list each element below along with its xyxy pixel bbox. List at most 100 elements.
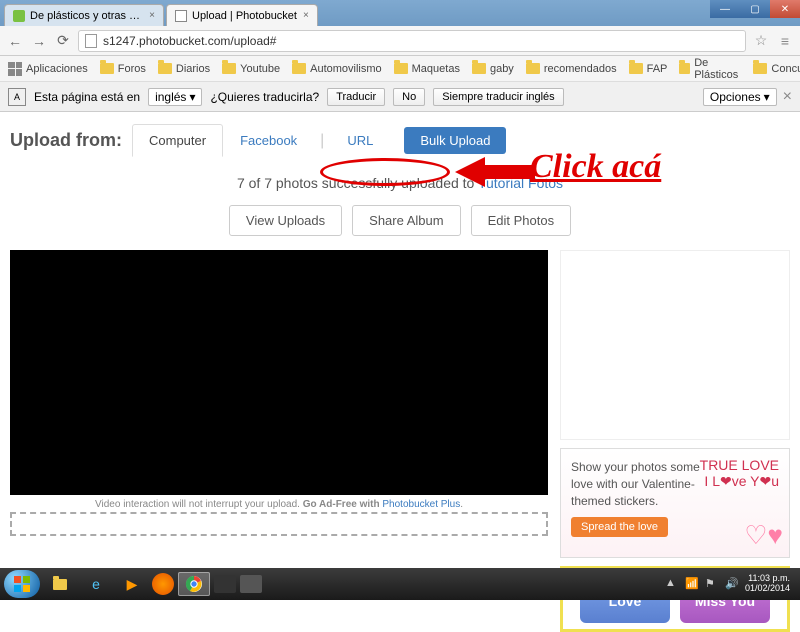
tab-inactive[interactable]: De plásticos y otras yerbas × (4, 4, 164, 26)
back-button[interactable]: ← (6, 32, 24, 50)
tab-facebook[interactable]: Facebook (223, 124, 314, 157)
translate-button[interactable]: Traducir (327, 88, 385, 106)
view-uploads-button[interactable]: View Uploads (229, 205, 342, 236)
favicon-icon (13, 10, 25, 22)
translate-question: ¿Quieres traducirla? (210, 90, 319, 104)
folder-icon (526, 63, 540, 74)
bookmark-folder[interactable]: Concursos (753, 63, 800, 75)
bookmark-label: Diarios (176, 63, 210, 75)
bookmarks-bar: Aplicaciones Foros Diarios Youtube Autom… (0, 56, 800, 82)
bulk-upload-button[interactable]: Bulk Upload (404, 127, 506, 154)
chevron-down-icon: ▾ (764, 90, 770, 104)
tab-close-icon[interactable]: × (149, 10, 155, 21)
bookmark-label: Foros (118, 63, 146, 75)
clock-date: 01/02/2014 (745, 584, 790, 594)
taskbar-chrome-icon[interactable] (178, 572, 210, 596)
forward-button[interactable]: → (30, 32, 48, 50)
url-input[interactable]: s1247.photobucket.com/upload# (78, 30, 746, 52)
bookmark-folder[interactable]: Foros (100, 63, 146, 75)
edit-photos-button[interactable]: Edit Photos (471, 205, 572, 236)
apps-button[interactable]: Aplicaciones (8, 62, 88, 76)
folder-icon (629, 63, 643, 74)
translate-label: Esta página está en (34, 90, 140, 104)
bookmark-folder[interactable]: Youtube (222, 63, 280, 75)
window-close-button[interactable]: ✕ (770, 0, 800, 18)
translate-icon: A (8, 88, 26, 106)
success-text: 7 of 7 photos successfully uploaded to (237, 175, 478, 191)
start-button[interactable] (4, 570, 40, 598)
folder-icon (753, 63, 767, 74)
folder-icon (292, 63, 306, 74)
system-tray: ▲ 📶 ⚑ 🔊 11:03 p.m. 01/02/2014 (665, 574, 796, 594)
favicon-icon (175, 10, 187, 22)
page-icon (85, 34, 97, 48)
upload-dropzone[interactable] (10, 512, 548, 536)
taskbar-wmp-icon[interactable]: ▶ (116, 572, 148, 596)
lang-text: inglés (155, 90, 186, 104)
taskbar-firefox-icon[interactable] (152, 573, 174, 595)
chrome-menu-icon[interactable]: ≡ (776, 32, 794, 50)
options-text: Opciones (710, 90, 761, 104)
folder-icon (394, 63, 408, 74)
url-text: s1247.photobucket.com/upload# (103, 34, 276, 48)
translate-always-button[interactable]: Siempre traducir inglés (433, 88, 564, 106)
translate-close-icon[interactable]: × (783, 88, 792, 106)
spread-love-button[interactable]: Spread the love (571, 517, 668, 537)
chevron-down-icon: ▾ (189, 90, 195, 104)
bookmark-folder[interactable]: De Plásticos (679, 57, 741, 81)
video-caption: Video interaction will not interrupt you… (10, 499, 548, 510)
bookmark-label: gaby (490, 63, 514, 75)
maximize-button[interactable]: ▢ (740, 0, 770, 18)
tray-network-icon[interactable]: 📶 (685, 577, 699, 591)
translate-no-button[interactable]: No (393, 88, 425, 106)
minimize-button[interactable]: — (710, 0, 740, 18)
photobucket-plus-link[interactable]: Photobucket Plus (382, 499, 460, 510)
folder-icon (158, 63, 172, 74)
tray-flag-icon[interactable]: ⚑ (705, 577, 719, 591)
bookmark-folder[interactable]: Automovilismo (292, 63, 382, 75)
taskbar-app-icon[interactable] (214, 575, 236, 593)
tab-computer[interactable]: Computer (132, 124, 223, 157)
windows-logo-icon (12, 574, 32, 594)
tab-close-icon[interactable]: × (303, 10, 309, 21)
windows-taskbar: e ▶ ▲ 📶 ⚑ 🔊 11:03 p.m. 01/02/2014 (0, 568, 800, 600)
folder-icon (679, 63, 690, 74)
bookmark-label: recomendados (544, 63, 617, 75)
hearts-icon: ♡♥ (744, 520, 783, 551)
taskbar-clock[interactable]: 11:03 p.m. 01/02/2014 (745, 574, 790, 594)
script-line: TRUE LOVE (700, 457, 779, 473)
apps-grid-icon (8, 62, 22, 76)
ad-slot-top (560, 250, 790, 440)
bookmark-folder[interactable]: recomendados (526, 63, 617, 75)
video-player[interactable] (10, 250, 548, 495)
taskbar-explorer-icon[interactable] (44, 572, 76, 596)
tab-url[interactable]: URL (330, 124, 390, 157)
window-controls: — ▢ ✕ (710, 0, 800, 18)
tab-active[interactable]: Upload | Photobucket × (166, 4, 318, 26)
reload-button[interactable]: ⟳ (54, 32, 72, 50)
folder-icon (100, 63, 114, 74)
taskbar-app-icon[interactable] (240, 575, 262, 593)
share-album-button[interactable]: Share Album (352, 205, 460, 236)
page-content: Upload from: Computer Facebook | URL Bul… (0, 112, 800, 632)
tray-volume-icon[interactable]: 🔊 (725, 577, 739, 591)
script-line: I L❤ve Y❤u (700, 473, 779, 490)
tab-title: De plásticos y otras yerbas (30, 10, 143, 22)
tray-show-hidden-icon[interactable]: ▲ (665, 577, 679, 591)
bookmark-folder[interactable]: FAP (629, 63, 668, 75)
translate-options-button[interactable]: Opciones▾ (703, 88, 777, 106)
album-link[interactable]: Tutorial Fotos (478, 175, 563, 191)
valentine-text: Show your photos some love with our Vale… (571, 459, 701, 509)
bookmark-star-icon[interactable]: ☆ (752, 32, 770, 50)
bookmark-label: De Plásticos (694, 57, 741, 81)
taskbar-ie-icon[interactable]: e (80, 572, 112, 596)
bookmark-folder[interactable]: gaby (472, 63, 514, 75)
translate-lang-select[interactable]: inglés▾ (148, 88, 202, 106)
bookmark-folder[interactable]: Diarios (158, 63, 210, 75)
bookmark-label: Youtube (240, 63, 280, 75)
address-bar: ← → ⟳ s1247.photobucket.com/upload# ☆ ≡ (0, 26, 800, 56)
folder-icon (472, 63, 486, 74)
folder-icon (222, 63, 236, 74)
valentine-promo: Show your photos some love with our Vale… (560, 448, 790, 558)
bookmark-folder[interactable]: Maquetas (394, 63, 460, 75)
